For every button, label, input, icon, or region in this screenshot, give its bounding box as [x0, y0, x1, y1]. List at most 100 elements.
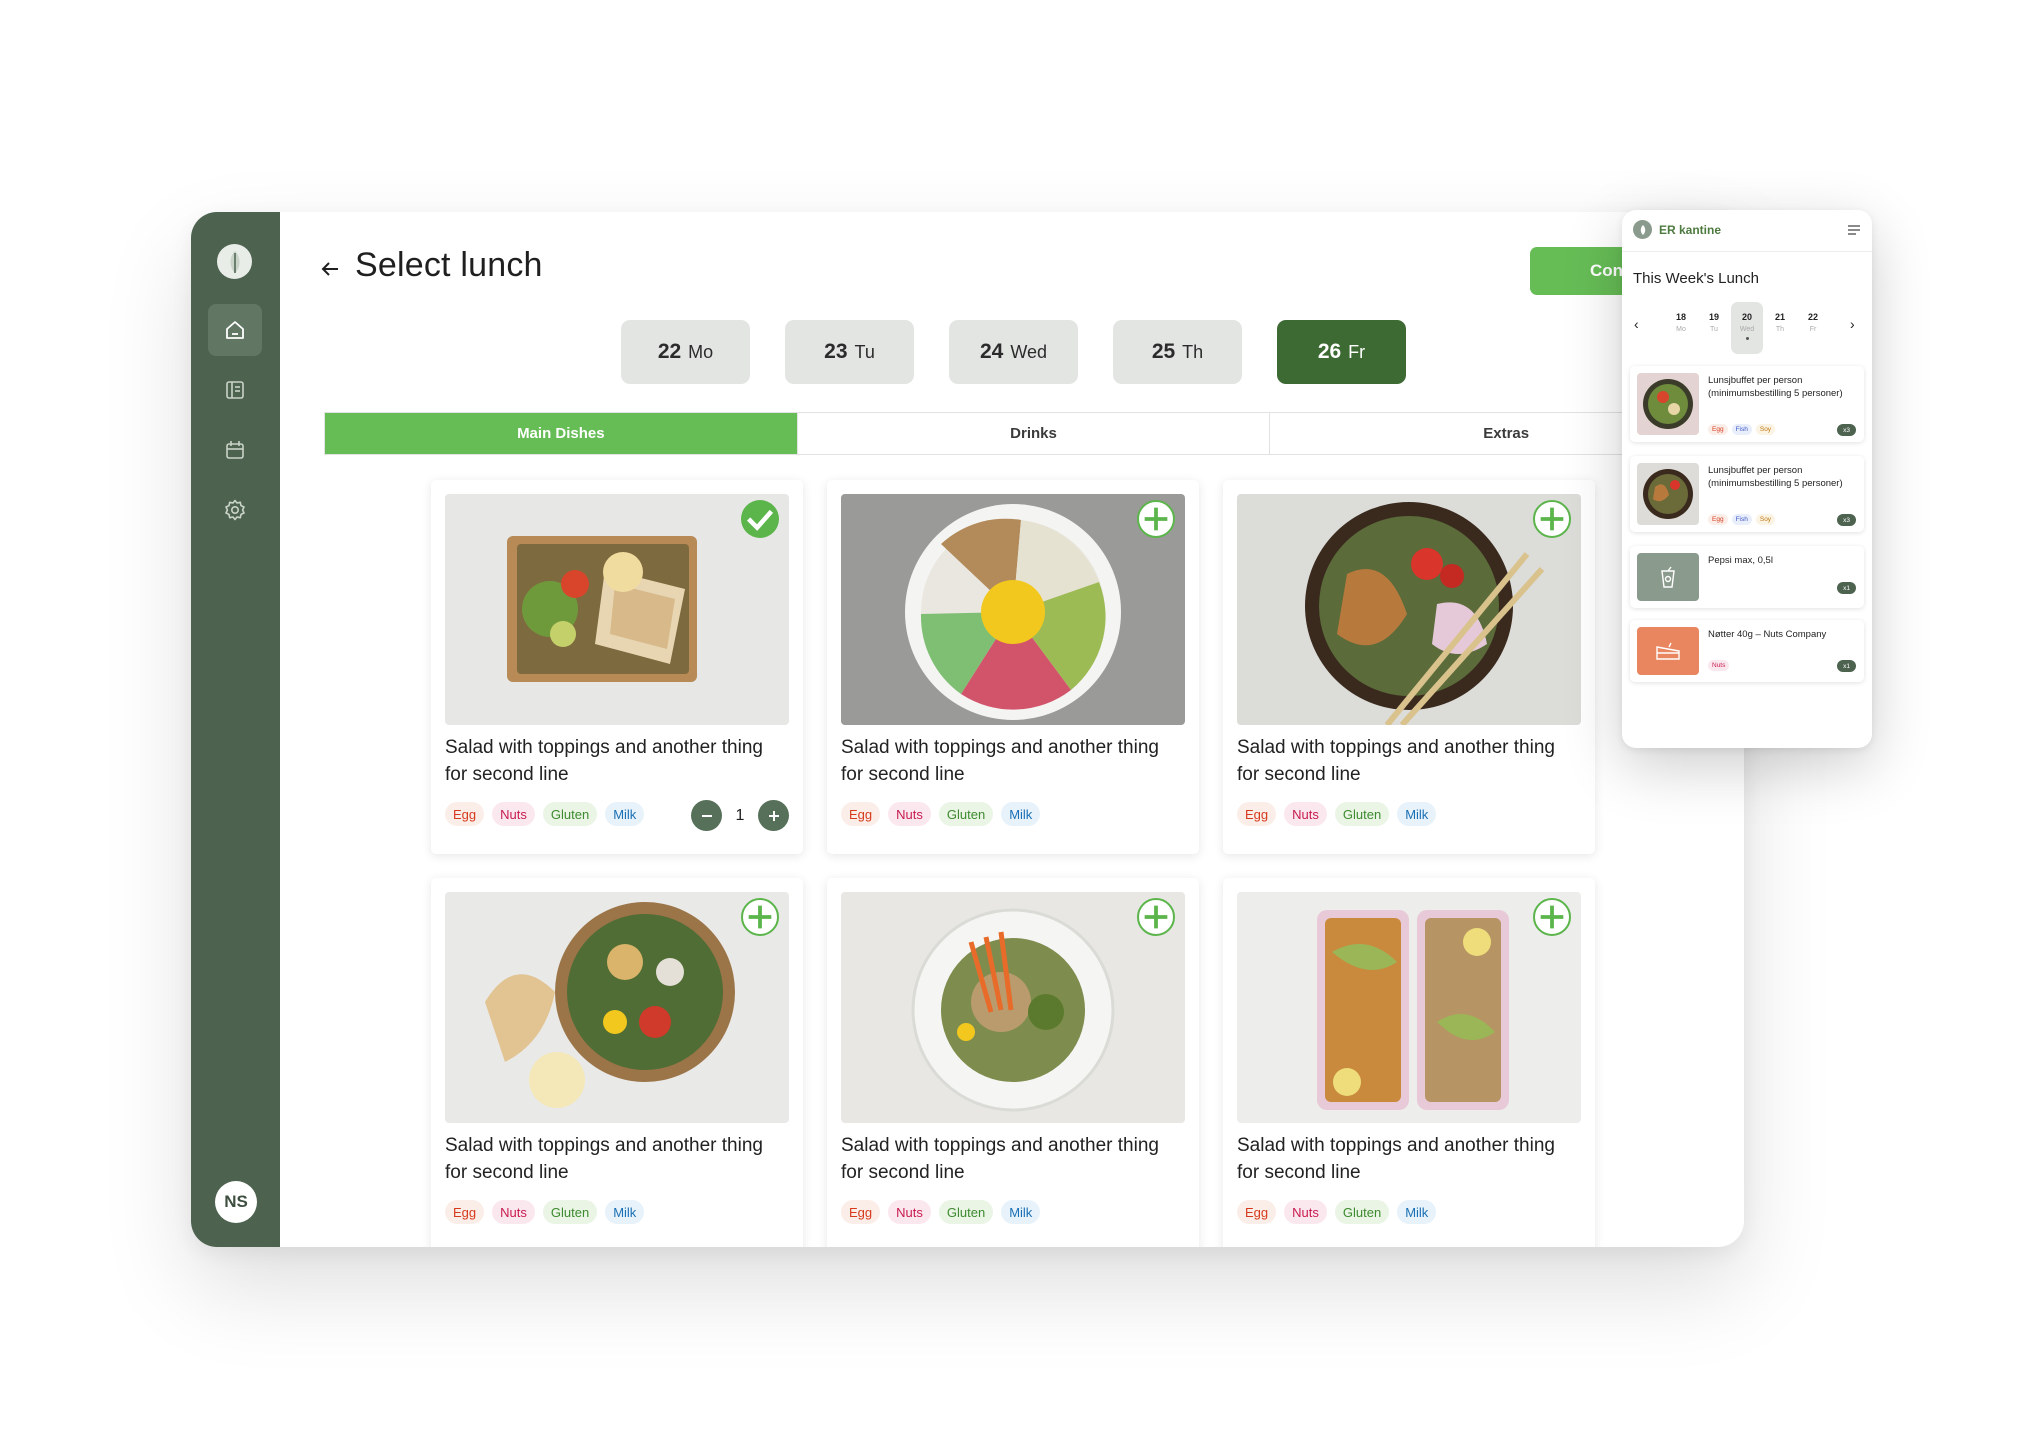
day-24-button[interactable]: 24 Wed: [949, 320, 1078, 384]
tag-nuts: Nuts: [888, 802, 931, 826]
selected-check-button[interactable]: [741, 500, 779, 538]
day-number: 24: [979, 340, 1004, 363]
allergen-tags: Egg Nuts Gluten Milk: [841, 1200, 1041, 1224]
increase-button[interactable]: [758, 800, 789, 831]
day-label: Th: [1775, 326, 1785, 333]
allergen-tags: Egg Nuts Gluten Milk: [1237, 1200, 1437, 1224]
dish-card[interactable]: Salad with toppings and another thing fo…: [431, 480, 803, 854]
order-item[interactable]: Pepsi max, 0,5l x1: [1630, 546, 1864, 608]
day-label: Wed: [1739, 326, 1755, 333]
dish-card[interactable]: Salad with toppings and another thing fo…: [1223, 878, 1595, 1247]
dish-name: Salad with toppings and another thing fo…: [841, 1135, 1159, 1183]
tag-egg: Egg: [1237, 1200, 1277, 1224]
nav-settings-button[interactable]: [208, 484, 262, 536]
day-25-button[interactable]: 25 Th: [1113, 320, 1242, 384]
tag-nuts: Nuts: [1284, 1200, 1327, 1224]
tab-drinks[interactable]: Drinks: [798, 413, 1271, 454]
mobile-day-21[interactable]: 21 Th: [1764, 302, 1796, 354]
plus-icon: [1144, 905, 1168, 929]
decrease-button[interactable]: [691, 800, 722, 831]
plus-icon: [1540, 507, 1564, 531]
dish-photo: [841, 892, 1185, 1123]
dish-photo: [1237, 892, 1581, 1123]
tag-nuts: Nuts: [1284, 802, 1327, 826]
hamburger-menu-icon[interactable]: [1847, 223, 1861, 241]
tag-nuts: Nuts: [492, 802, 535, 826]
day-label: Fr: [1809, 326, 1817, 333]
order-item-quantity: x3: [1837, 424, 1856, 436]
dish-name: Salad with toppings and another thing fo…: [445, 1135, 763, 1183]
dish-name: Salad with toppings and another thing fo…: [445, 737, 763, 785]
order-item-name: Lunsjbuffet per person (minimumsbestilli…: [1708, 375, 1843, 399]
tag-milk: Milk: [605, 802, 645, 826]
order-item-name: Pepsi max, 0,5l: [1708, 555, 1773, 566]
dish-card[interactable]: Salad with toppings and another thing fo…: [1223, 480, 1595, 854]
tag-egg: Egg: [1708, 514, 1728, 525]
plus-icon: [1144, 507, 1168, 531]
day-label: Wed: [1010, 341, 1048, 362]
day-26-button[interactable]: 26 Fr: [1277, 320, 1406, 384]
tag-milk: Milk: [1001, 802, 1041, 826]
order-item-tags: Nuts: [1708, 660, 1730, 671]
mobile-day-19[interactable]: 19 Tu: [1698, 302, 1730, 354]
dish-name: Salad with toppings and another thing fo…: [1237, 1135, 1555, 1183]
allergen-tags: Egg Nuts Gluten Milk: [445, 802, 645, 826]
add-button[interactable]: [1533, 898, 1571, 936]
dish-card[interactable]: Salad with toppings and another thing fo…: [827, 878, 1199, 1247]
tag-milk: Milk: [1397, 1200, 1437, 1224]
quantity-stepper: 1: [691, 800, 789, 831]
back-button[interactable]: [315, 254, 345, 284]
chevron-left-icon[interactable]: ‹: [1634, 316, 1639, 332]
drink-icon: [1637, 553, 1699, 601]
mobile-day-22[interactable]: 22 Fr: [1797, 302, 1829, 354]
avatar[interactable]: NS: [215, 1181, 257, 1223]
dish-card[interactable]: Salad with toppings and another thing fo…: [827, 480, 1199, 854]
day-number: 18: [1675, 312, 1686, 322]
day-number: 26: [1317, 340, 1342, 363]
mobile-preview: ER kantine This Week's Lunch ‹ 18 Mo 19 Tu…: [1622, 210, 1872, 748]
order-item-name: Lunsjbuffet per person (minimumsbestilli…: [1708, 465, 1843, 489]
plus-icon: [748, 905, 772, 929]
add-button[interactable]: [1533, 500, 1571, 538]
day-23-button[interactable]: 23 Tu: [785, 320, 914, 384]
order-item[interactable]: Lunsjbuffet per person (minimumsbestilli…: [1630, 456, 1864, 532]
allergen-tags: Egg Nuts Gluten Milk: [445, 1200, 645, 1224]
chevron-right-icon[interactable]: ›: [1850, 316, 1855, 332]
dish-photo: [1237, 494, 1581, 725]
quantity-value: 1: [735, 806, 745, 824]
mobile-header: ER kantine: [1622, 210, 1872, 252]
gear-icon: [225, 499, 245, 521]
dish-name: Salad with toppings and another thing fo…: [1237, 737, 1555, 785]
leaf-logo-icon[interactable]: [217, 244, 252, 279]
order-item[interactable]: Lunsjbuffet per person (minimumsbestilli…: [1630, 366, 1864, 442]
order-item[interactable]: Nøtter 40g – Nuts Company Nuts x1: [1630, 620, 1864, 682]
mobile-day-18[interactable]: 18 Mo: [1665, 302, 1697, 354]
mobile-day-selector: ‹ 18 Mo 19 Tu 20 Wed 21 Th 22 Fr ›: [1622, 302, 1872, 354]
tag-egg: Egg: [1237, 802, 1277, 826]
add-button[interactable]: [741, 898, 779, 936]
day-label: Tu: [1710, 326, 1718, 333]
minus-icon: [701, 814, 712, 817]
day-22-button[interactable]: 22 Mo: [621, 320, 750, 384]
day-number: 21: [1774, 312, 1785, 322]
allergen-tags: Egg Nuts Gluten Milk: [841, 802, 1041, 826]
tag-egg: Egg: [445, 1200, 485, 1224]
tag-soy: Soy: [1755, 424, 1776, 435]
dish-card[interactable]: Salad with toppings and another thing fo…: [431, 878, 803, 1247]
calendar-icon: [226, 441, 244, 459]
add-button[interactable]: [1137, 500, 1175, 538]
order-item-photo: [1637, 463, 1699, 525]
add-button[interactable]: [1137, 898, 1175, 936]
tag-milk: Milk: [605, 1200, 645, 1224]
dish-name: Salad with toppings and another thing fo…: [841, 737, 1159, 785]
order-item-quantity: x3: [1837, 514, 1856, 526]
tag-soy: Soy: [1755, 514, 1776, 525]
day-selector: 22 Mo 23 Tu 24 Wed 25 Th 26 Fr: [191, 320, 1744, 384]
order-item-quantity: x1: [1837, 582, 1856, 594]
order-item-tags: Egg Fish Soy: [1708, 424, 1776, 435]
tag-gluten: Gluten: [542, 802, 598, 826]
nav-calendar-button[interactable]: [208, 424, 262, 476]
tab-main-dishes[interactable]: Main Dishes: [325, 413, 798, 454]
tag-egg: Egg: [841, 802, 881, 826]
mobile-day-20[interactable]: 20 Wed: [1731, 302, 1763, 354]
